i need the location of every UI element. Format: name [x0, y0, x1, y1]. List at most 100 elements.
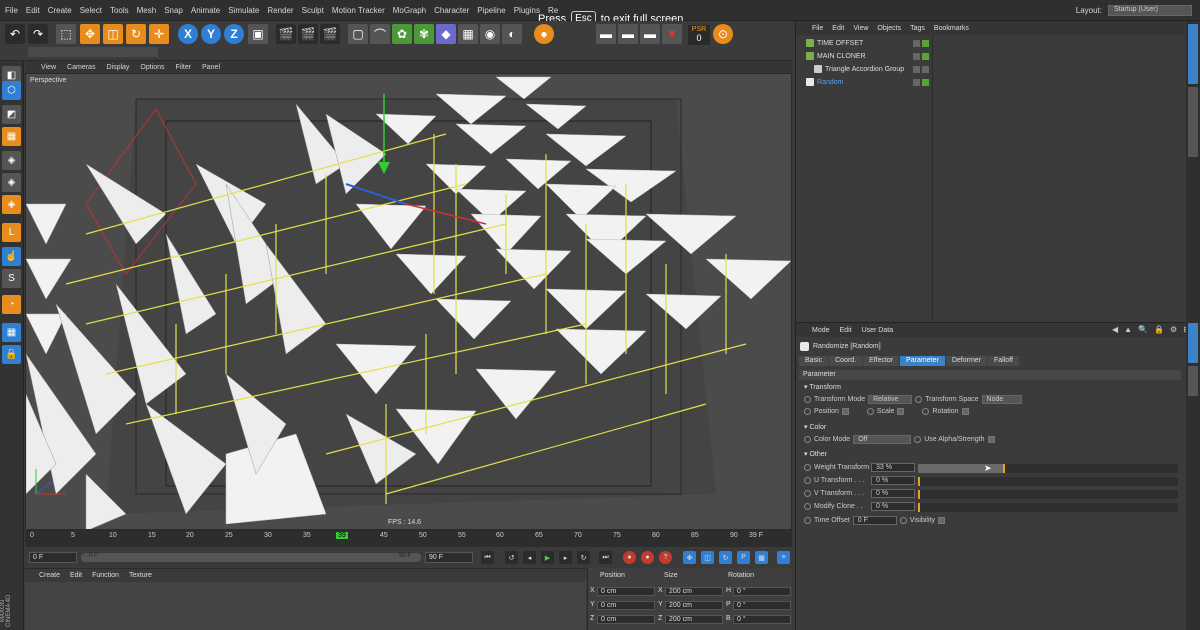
key-position-icon[interactable]: ✥	[683, 551, 696, 564]
scene-icon[interactable]: ▦	[458, 24, 478, 44]
objects-side-tab[interactable]	[1188, 24, 1198, 84]
polygon-mode-icon[interactable]: ◈	[2, 195, 21, 214]
deformer-icon[interactable]: ◆	[436, 24, 456, 44]
visibility-toggles[interactable]	[913, 52, 929, 60]
vp-menu-display[interactable]: Display	[106, 64, 129, 71]
rotation-checkbox[interactable]	[961, 408, 969, 415]
object-row-triangle-group[interactable]: Triangle Accordion Group	[796, 63, 932, 75]
transform-space-dropdown[interactable]: Node	[981, 395, 1022, 404]
key-pla-icon[interactable]: ▦	[755, 551, 768, 564]
end-frame-field[interactable]: 90 F	[425, 552, 473, 563]
world-axis-icon[interactable]: ⊙	[713, 24, 733, 44]
point-mode-icon[interactable]: ◈	[2, 151, 21, 170]
obj-menu-tags[interactable]: Tags	[910, 25, 925, 32]
autokey-icon[interactable]: ●	[641, 551, 654, 564]
add-icon[interactable]: ✛	[149, 24, 169, 44]
z-axis-icon[interactable]: Z	[224, 24, 244, 44]
previous-frame-icon[interactable]: ◂	[523, 551, 536, 564]
scale-checkbox[interactable]	[897, 408, 905, 415]
record-icon[interactable]: ●	[623, 551, 636, 564]
animate-dot[interactable]	[922, 408, 930, 415]
tweak-mode-icon[interactable]: ☝	[2, 247, 21, 266]
animate-dot[interactable]	[804, 464, 811, 471]
mat-menu-edit[interactable]: Edit	[70, 572, 82, 579]
render-settings-icon[interactable]: 🎬	[320, 24, 340, 44]
undo-icon[interactable]: ↶	[5, 24, 25, 44]
timeline-menu-icon[interactable]: ≡	[777, 551, 790, 564]
light-icon[interactable]: ◐	[502, 24, 522, 44]
key-scale-icon[interactable]: ◫	[701, 551, 714, 564]
x-axis-icon[interactable]: X	[178, 24, 198, 44]
group-other[interactable]: ▾ Other	[804, 450, 827, 458]
animate-dot[interactable]	[804, 477, 811, 484]
menu-select[interactable]: Select	[80, 6, 102, 15]
transform-mode-dropdown[interactable]: Relative	[868, 395, 913, 404]
vp-menu-filter[interactable]: Filter	[176, 64, 192, 71]
visibility-toggles[interactable]	[913, 78, 929, 86]
group-transform[interactable]: ▾ Transform	[804, 383, 841, 391]
timeline-ruler[interactable]: 0 5 10 15 20 25 30 35 39 45 50 55 60 65 …	[25, 530, 792, 547]
render-view-icon[interactable]: 🎬	[276, 24, 296, 44]
lock-icon[interactable]: 🔒	[1154, 325, 1164, 334]
tab-deformer[interactable]: Deformer	[945, 356, 988, 366]
u-transform-field[interactable]: 0 %	[871, 476, 915, 485]
tab-effector[interactable]: Effector	[863, 356, 900, 366]
menu-sculpt[interactable]: Sculpt	[302, 6, 324, 15]
texture-mode-icon[interactable]: ◩	[2, 105, 21, 124]
menu-create[interactable]: Create	[48, 6, 72, 15]
y-axis-icon[interactable]: Y	[201, 24, 221, 44]
group-color[interactable]: ▾ Color	[804, 423, 826, 431]
play-icon[interactable]: ▶	[541, 551, 554, 564]
time-offset-field[interactable]: 0 F	[852, 516, 897, 525]
tab-coord[interactable]: Coord.	[829, 356, 863, 366]
position-checkbox[interactable]	[841, 408, 849, 415]
current-frame-marker[interactable]: 39	[336, 532, 348, 539]
obj-menu-edit[interactable]: Edit	[832, 25, 844, 32]
keyframe-selection-icon[interactable]: ?	[659, 551, 672, 564]
layout-dropdown[interactable]: Startup (User)	[1108, 5, 1192, 16]
visibility-checkbox[interactable]	[937, 517, 945, 524]
settings-icon[interactable]: ⚙	[1170, 325, 1177, 334]
spline-icon[interactable]: ⌒	[370, 24, 390, 44]
vp-menu-cameras[interactable]: Cameras	[67, 64, 95, 71]
vp-menu-panel[interactable]: Panel	[202, 64, 220, 71]
viewport-perspective[interactable]: Perspective FPS : 14.6	[25, 73, 792, 530]
key-rotation-icon[interactable]: ↻	[719, 551, 732, 564]
go-to-start-icon[interactable]: ⏮	[481, 551, 494, 564]
snap-icon[interactable]: ▬	[596, 24, 616, 44]
up-arrow-icon[interactable]: ▲	[1124, 325, 1132, 334]
vp-menu-view[interactable]: View	[41, 64, 56, 71]
size-z-field[interactable]: 200 cm	[665, 615, 723, 624]
animate-dot[interactable]	[804, 396, 811, 403]
menu-file[interactable]: File	[5, 6, 18, 15]
section-parameter[interactable]: Parameter	[799, 370, 1181, 380]
size-x-field[interactable]: 200 cm	[665, 587, 723, 596]
animate-dot[interactable]	[915, 396, 923, 403]
snapping-icon[interactable]: S	[2, 269, 21, 288]
mat-menu-function[interactable]: Function	[92, 572, 119, 579]
move-icon[interactable]: ✥	[80, 24, 100, 44]
vp-menu-options[interactable]: Options	[140, 64, 164, 71]
psr-widget[interactable]: PSR 0	[688, 25, 710, 45]
animate-dot[interactable]	[914, 436, 922, 443]
menu-motion-tracker[interactable]: Motion Tracker	[332, 6, 385, 15]
redo-icon[interactable]: ↷	[28, 24, 48, 44]
tab-parameter[interactable]: Parameter	[900, 356, 945, 366]
rotation-b-field[interactable]: 0 °	[733, 615, 791, 624]
v-transform-slider[interactable]	[918, 490, 1178, 499]
next-key-icon[interactable]: ↻	[577, 551, 590, 564]
layers-side-tab[interactable]	[1188, 366, 1198, 396]
visibility-toggles[interactable]	[913, 65, 929, 73]
next-frame-icon[interactable]: ▸	[559, 551, 572, 564]
object-row-time-offset[interactable]: TIME OFFSET	[796, 37, 932, 49]
mat-menu-create[interactable]: Create	[39, 572, 60, 579]
position-x-field[interactable]: 0 cm	[597, 587, 655, 596]
go-to-end-icon[interactable]: ⏭	[599, 551, 612, 564]
mat-menu-texture[interactable]: Texture	[129, 572, 152, 579]
u-transform-slider[interactable]	[918, 477, 1178, 486]
attr-menu-mode[interactable]: Mode	[812, 327, 830, 334]
key-parameter-icon[interactable]: P	[737, 551, 750, 564]
workplane-icon[interactable]: ▬	[618, 24, 638, 44]
attributes-side-tab[interactable]	[1188, 323, 1198, 363]
weight-transform-field[interactable]: 33 %	[871, 463, 915, 472]
